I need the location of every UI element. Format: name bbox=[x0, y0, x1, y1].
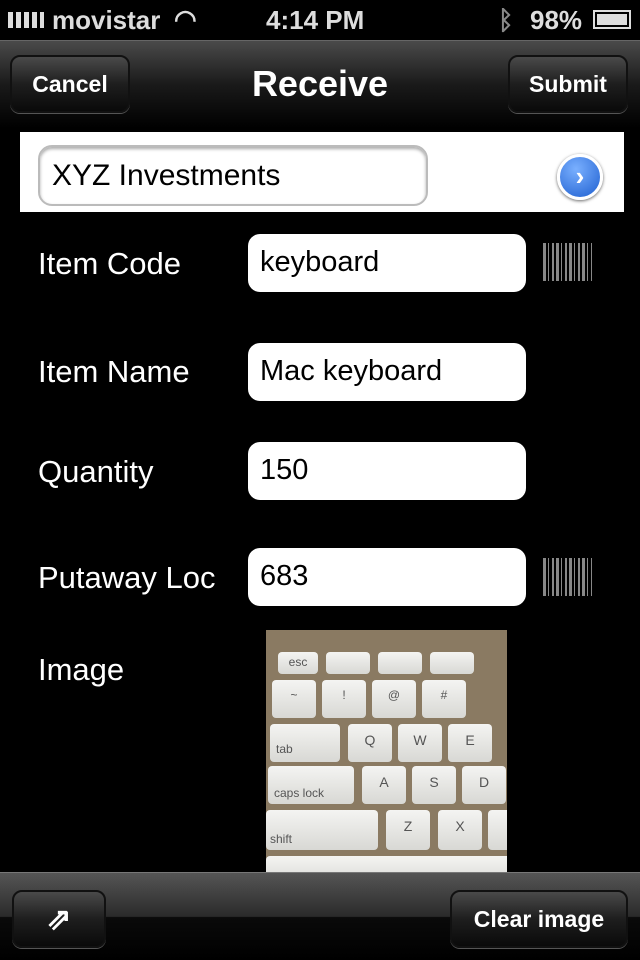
photo-key: S bbox=[412, 766, 456, 804]
keyboard-photo[interactable]: esc ~ ! @ # tab Q W E caps lock A S D sh… bbox=[266, 630, 507, 872]
bottom-toolbar: ⇗ Clear image bbox=[0, 872, 640, 960]
photo-key: caps lock bbox=[268, 766, 354, 804]
item-name-field[interactable]: Mac keyboard bbox=[248, 343, 526, 401]
photo-key: tab bbox=[270, 724, 340, 762]
photo-key: E bbox=[448, 724, 492, 762]
clock: 4:14 PM bbox=[266, 5, 365, 35]
item-code-field[interactable]: keyboard bbox=[248, 234, 526, 292]
barcode-scan-icon[interactable] bbox=[543, 558, 592, 596]
photo-key: # bbox=[422, 680, 466, 718]
vendor-row: XYZ Investments › bbox=[20, 132, 624, 212]
item-name-label: Item Name bbox=[38, 354, 190, 389]
vendor-field[interactable]: XYZ Investments bbox=[38, 145, 428, 206]
photo-key: esc bbox=[278, 652, 318, 674]
image-label: Image bbox=[38, 652, 125, 687]
signal-icon bbox=[8, 12, 44, 28]
barcode-scan-icon[interactable] bbox=[543, 243, 592, 281]
disclosure-button-icon[interactable]: › bbox=[557, 154, 603, 200]
photo-key: D bbox=[462, 766, 506, 804]
photo-key: A bbox=[362, 766, 406, 804]
photo-key bbox=[266, 856, 507, 872]
photo-key: @ bbox=[372, 680, 416, 718]
submit-button[interactable]: Submit bbox=[508, 55, 628, 113]
clear-image-button[interactable]: Clear image bbox=[450, 890, 628, 948]
carrier: movistar bbox=[52, 5, 161, 35]
photo-key: Z bbox=[386, 810, 430, 850]
wifi-icon: ◠ bbox=[174, 4, 197, 34]
photo-key: ~ bbox=[272, 680, 316, 718]
status-bar: movistar ◠ 4:14 PM ᛒ 98% bbox=[0, 0, 640, 40]
photo-key bbox=[326, 652, 370, 674]
photo-key bbox=[488, 810, 507, 850]
photo-key: X bbox=[438, 810, 482, 850]
photo-key: Q bbox=[348, 724, 392, 762]
photo-key: W bbox=[398, 724, 442, 762]
quantity-field[interactable]: 150 bbox=[248, 442, 526, 500]
putaway-loc-field[interactable]: 683 bbox=[248, 548, 526, 606]
photo-key bbox=[378, 652, 422, 674]
battery-icon bbox=[593, 10, 631, 29]
bluetooth-icon: ᛒ bbox=[498, 5, 514, 35]
battery-percent: 98% bbox=[530, 5, 583, 35]
quantity-label: Quantity bbox=[38, 454, 154, 489]
navigation-bar: Cancel Receive Submit bbox=[0, 40, 640, 128]
share-button[interactable]: ⇗ bbox=[12, 890, 106, 948]
putaway-loc-label: Putaway Loc bbox=[38, 560, 216, 595]
photo-key: ! bbox=[322, 680, 366, 718]
item-code-label: Item Code bbox=[38, 246, 182, 281]
share-icon: ⇗ bbox=[46, 902, 72, 936]
photo-key bbox=[430, 652, 474, 674]
photo-key: shift bbox=[266, 810, 378, 850]
